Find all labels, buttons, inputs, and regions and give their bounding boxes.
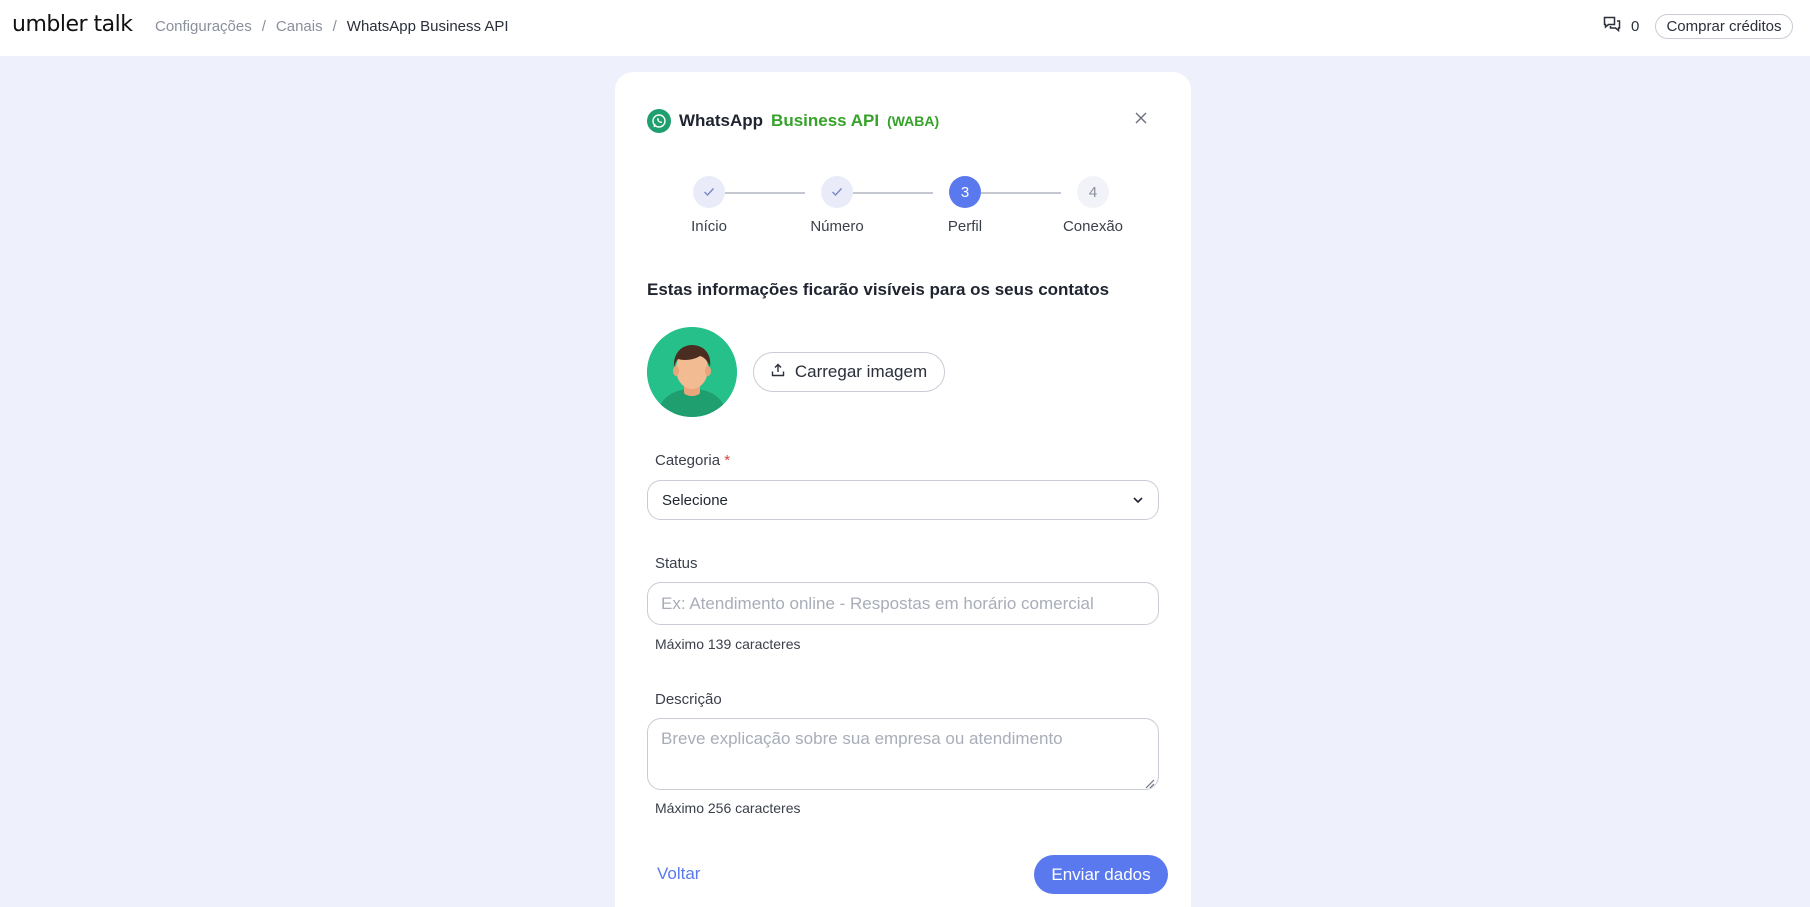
breadcrumb-item-configuracoes[interactable]: Configurações: [155, 18, 252, 35]
step-circle-todo: 4: [1077, 176, 1109, 208]
close-button[interactable]: [1131, 110, 1151, 130]
status-input[interactable]: [647, 582, 1159, 625]
check-icon: [703, 184, 715, 201]
step-inicio[interactable]: Início: [669, 176, 749, 235]
category-label: Categoria *: [655, 452, 730, 469]
upload-label: Carregar imagem: [794, 362, 928, 381]
upload-icon: [771, 362, 785, 382]
title-whatsapp: WhatsApp: [679, 111, 764, 130]
step-numero[interactable]: Número: [797, 176, 877, 235]
breadcrumb: Configurações / Canais / WhatsApp Busine…: [155, 18, 509, 35]
card-title: WhatsApp Business API (WABA): [647, 109, 939, 133]
description-textarea[interactable]: [647, 718, 1159, 790]
breadcrumb-item-current: WhatsApp Business API: [346, 18, 509, 35]
title-waba: (WABA): [887, 113, 940, 129]
status-hint: Máximo 139 caracteres: [655, 636, 801, 652]
breadcrumb-separator: /: [332, 18, 337, 35]
resize-grip-icon[interactable]: [1145, 776, 1155, 794]
step-label: Perfil: [947, 218, 983, 235]
step-perfil[interactable]: 3 Perfil: [925, 176, 1005, 235]
breadcrumb-item-canais[interactable]: Canais: [276, 18, 323, 35]
description-hint: Máximo 256 caracteres: [655, 800, 801, 816]
upload-image-button[interactable]: Carregar imagem: [753, 352, 945, 392]
step-conexao[interactable]: 4 Conexão: [1053, 176, 1133, 235]
step-label: Conexão: [1062, 218, 1124, 235]
profile-avatar: [647, 327, 737, 417]
step-label: Número: [810, 218, 864, 235]
back-button[interactable]: Voltar: [657, 864, 700, 884]
title-business-api: Business API: [771, 111, 880, 130]
category-label-text: Categoria: [655, 452, 721, 469]
whatsapp-icon: [647, 109, 671, 133]
category-select[interactable]: Selecione: [647, 480, 1159, 520]
buy-credits-button[interactable]: Comprar créditos: [1655, 14, 1793, 39]
status-label: Status: [655, 555, 698, 572]
top-bar: umbler talk Configurações / Canais / Wha…: [0, 0, 1810, 56]
step-circle-done: [821, 176, 853, 208]
required-mark: *: [724, 452, 731, 469]
chevron-down-icon: [1132, 493, 1144, 510]
breadcrumb-separator: /: [261, 18, 266, 35]
close-icon: [1135, 111, 1147, 129]
check-icon: [831, 184, 843, 201]
chat-bubbles-icon: [1603, 16, 1621, 36]
messages-count: 0: [1631, 17, 1640, 35]
progress-stepper: Início Número 3 Perfil 4 Conexão: [647, 176, 1159, 246]
app-logo[interactable]: umbler talk: [12, 12, 133, 37]
channel-setup-card: WhatsApp Business API (WABA) Início Núme…: [615, 72, 1191, 907]
section-title: Estas informações ficarão visíveis para …: [647, 280, 1110, 299]
step-label: Início: [691, 218, 727, 235]
messages-counter[interactable]: 0: [1603, 16, 1639, 36]
submit-button[interactable]: Enviar dados: [1034, 855, 1168, 894]
description-label: Descrição: [655, 691, 722, 708]
category-selected-value: Selecione: [662, 491, 728, 509]
step-circle-done: [693, 176, 725, 208]
step-circle-active: 3: [949, 176, 981, 208]
